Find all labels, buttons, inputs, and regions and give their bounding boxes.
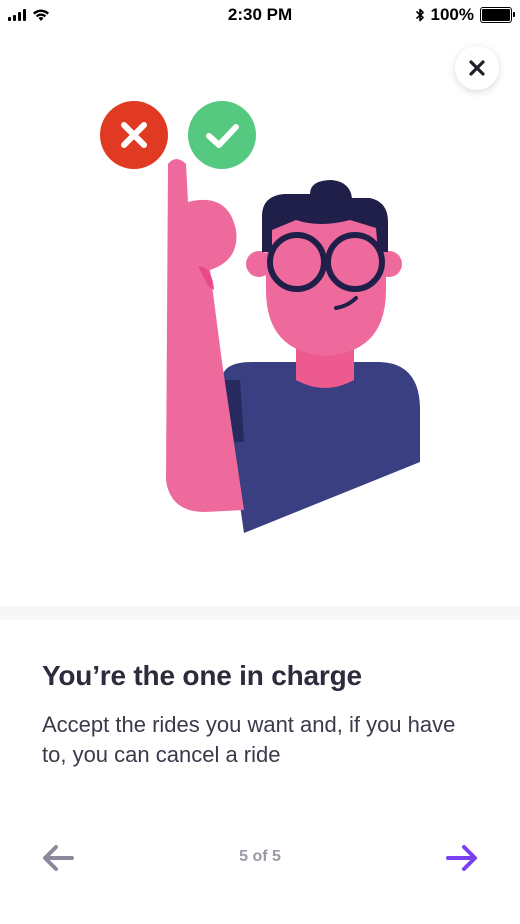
close-button[interactable]	[455, 46, 499, 90]
next-button[interactable]	[444, 842, 480, 874]
onboarding-illustration	[100, 101, 420, 533]
bluetooth-icon	[415, 8, 424, 22]
section-divider	[0, 606, 520, 620]
onboarding-description: Accept the rides you want and, if you ha…	[42, 712, 456, 767]
close-icon	[469, 60, 485, 76]
page-indicator: 5 of 5	[239, 848, 281, 865]
battery-percent: 100%	[430, 5, 474, 24]
status-bar: 2:30 PM 100%	[0, 0, 520, 30]
signal-icon	[8, 9, 26, 21]
status-left	[0, 9, 148, 22]
accept-icon	[188, 101, 256, 169]
arrow-right-icon	[446, 845, 477, 871]
reject-icon	[100, 101, 168, 169]
onboarding-title: You’re the one in charge	[42, 660, 362, 691]
status-right: 100%	[415, 5, 520, 25]
wifi-icon	[33, 9, 49, 21]
battery-icon	[480, 7, 515, 23]
onboarding-navigation: 5 of 5	[0, 838, 520, 878]
character-figure	[166, 159, 420, 533]
